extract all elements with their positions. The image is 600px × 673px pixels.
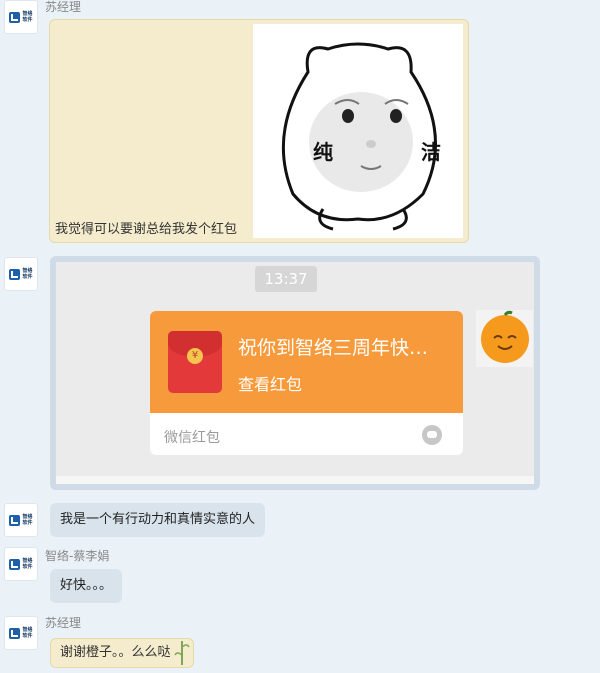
company-logo: 智络 软件 (9, 514, 33, 526)
message-bubble[interactable]: 我是一个有行动力和真情实意的人 (50, 503, 266, 537)
smile-face-icon (493, 310, 517, 350)
company-logo: 智络 软件 (9, 627, 33, 639)
logo-mark-icon (9, 11, 21, 23)
sender-avatar[interactable]: 智络 软件 (4, 547, 38, 581)
company-logo: 智络 软件 (9, 558, 33, 570)
logo-text: 软件 (22, 564, 33, 570)
logo-mark-icon (9, 558, 21, 570)
sender-name: 苏经理 (45, 0, 82, 14)
red-packet-card[interactable]: ¥ 祝你到智络三周年快… 查看红包 微信红包 (150, 311, 463, 455)
message-bubble[interactable]: 好快。。。 (50, 569, 123, 603)
sender-avatar[interactable]: 智络 软件 (4, 0, 38, 34)
sticker-image[interactable]: 纯 洁 (253, 24, 463, 238)
sender-avatar[interactable]: 智络 软件 (4, 616, 38, 650)
company-logo: 智络 软件 (9, 268, 33, 280)
message-text: 谢谢橙子。。么么哒 (60, 645, 171, 660)
message-text: 我觉得可以要谢总给我发个红包 (55, 222, 238, 237)
sticker-face-icon (281, 42, 437, 231)
logo-mark-icon (9, 268, 21, 280)
screenshot-bottom-strip (56, 476, 534, 484)
sender-name: 智络-蔡李娟 (45, 549, 110, 563)
bamboo-decoration-icon (173, 641, 190, 665)
packet-footer: 微信红包 (164, 430, 220, 446)
logo-mark-icon (9, 627, 21, 639)
coin-icon: ¥ (187, 348, 203, 364)
packet-action: 查看红包 (238, 375, 303, 394)
company-logo: 智络 软件 (9, 11, 33, 23)
red-envelope-icon: ¥ (168, 331, 222, 393)
timestamp: 13:37 (255, 266, 317, 292)
logo-text: 软件 (22, 633, 33, 639)
sticker-caption: 纯 (313, 140, 333, 164)
orange-avatar (476, 310, 533, 367)
sticker-caption: 洁 (421, 140, 441, 164)
message-bubble[interactable]: 谢谢橙子。。么么哒 (50, 638, 194, 668)
logo-text: 软件 (22, 520, 33, 526)
logo-text: 软件 (22, 17, 33, 23)
sender-name: 苏经理 (45, 616, 82, 630)
sender-avatar[interactable]: 智络 软件 (4, 503, 38, 537)
sender-avatar[interactable]: 智络 软件 (4, 257, 38, 291)
wechat-pay-icon (422, 425, 442, 445)
logo-mark-icon (9, 514, 21, 526)
packet-title: 祝你到智络三周年快… (238, 337, 429, 359)
logo-text: 软件 (22, 274, 33, 280)
